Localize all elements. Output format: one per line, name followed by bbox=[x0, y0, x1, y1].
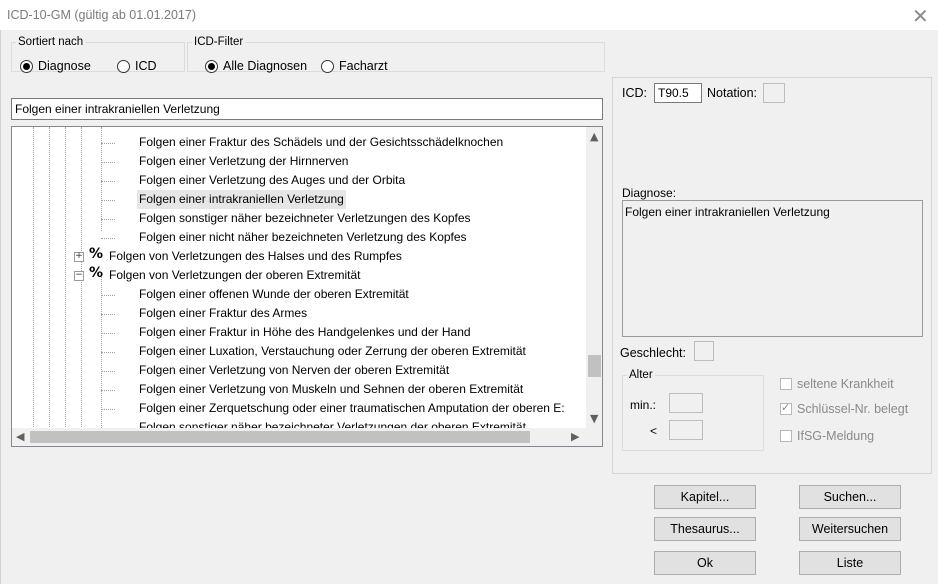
notation-field bbox=[763, 83, 785, 103]
tree-item-group[interactable]: Folgen von Verletzungen des Halses und d… bbox=[109, 247, 402, 266]
schluessel-nr-checkbox: Schlüssel-Nr. belegt bbox=[780, 401, 909, 416]
filter-alle-radio[interactable]: Alle Diagnosen bbox=[205, 59, 307, 73]
geschlecht-field bbox=[694, 341, 714, 361]
tree-connector bbox=[101, 295, 115, 297]
tree-connector bbox=[101, 333, 115, 335]
tree-item[interactable]: Folgen sonstiger näher bezeichneter Verl… bbox=[139, 209, 471, 228]
collapse-minus-icon[interactable]: − bbox=[74, 271, 84, 281]
sort-icd-radio[interactable]: ICD bbox=[117, 59, 157, 73]
icd-code-field: T90.5 bbox=[654, 83, 702, 103]
radio-selected-icon bbox=[20, 59, 33, 73]
seltene-krankheit-checkbox: seltene Krankheit bbox=[780, 377, 894, 391]
scroll-up-icon[interactable]: ▲ bbox=[590, 130, 598, 143]
filter-facharzt-radio[interactable]: Facharzt bbox=[321, 59, 388, 73]
sort-legend: Sortiert nach bbox=[18, 36, 84, 48]
alter-max-label: < bbox=[650, 424, 658, 438]
scroll-left-icon[interactable]: ◀ bbox=[16, 430, 24, 443]
tree-connector bbox=[101, 162, 115, 164]
horizontal-scrollbar[interactable]: ◀ ▶ bbox=[12, 428, 586, 446]
tree-connector bbox=[101, 200, 115, 202]
close-icon[interactable]: ✕ bbox=[912, 4, 929, 29]
radio-selected-icon bbox=[205, 59, 218, 73]
vertical-scroll-thumb[interactable] bbox=[588, 355, 601, 377]
thesaurus-button[interactable]: Thesaurus... bbox=[654, 517, 756, 541]
scrollbar-corner bbox=[586, 428, 602, 446]
tree-connector bbox=[101, 409, 115, 411]
weitersuchen-button[interactable]: Weitersuchen bbox=[799, 517, 901, 541]
filter-facharzt-label: Facharzt bbox=[339, 59, 388, 73]
suchen-button[interactable]: Suchen... bbox=[799, 485, 901, 509]
sort-diagnose-radio[interactable]: Diagnose bbox=[20, 59, 91, 73]
tree-item-group[interactable]: Folgen von Verletzungen der oberen Extre… bbox=[109, 266, 360, 285]
tree-item[interactable]: Folgen einer Verletzung der Hirnnerven bbox=[139, 152, 348, 171]
checkbox-checked-icon bbox=[780, 401, 792, 415]
tree-item-selected[interactable]: Folgen einer intrakraniellen Verletzung bbox=[137, 190, 346, 209]
diagnose-field: Folgen einer intrakraniellen Verletzung bbox=[622, 200, 923, 337]
kapitel-button[interactable]: Kapitel... bbox=[654, 485, 756, 509]
sort-diagnose-label: Diagnose bbox=[38, 59, 91, 73]
vertical-scrollbar[interactable]: ▲ ▼ bbox=[586, 127, 602, 428]
radio-empty-icon bbox=[117, 59, 130, 73]
schluessel-nr-label: Schlüssel-Nr. belegt bbox=[797, 402, 909, 416]
tree-item[interactable]: Folgen einer Fraktur des Armes bbox=[139, 304, 307, 323]
tree-guide bbox=[49, 127, 51, 427]
tree-item[interactable]: Folgen einer nicht näher bezeichneten Ve… bbox=[139, 228, 467, 247]
tree-connector bbox=[101, 143, 115, 145]
tree-connector bbox=[101, 352, 115, 354]
tree-connector bbox=[101, 371, 115, 373]
icd-tree[interactable]: Folgen einer Fraktur des Schädels und de… bbox=[11, 126, 603, 447]
checkbox-empty-icon bbox=[780, 378, 792, 390]
tree-connector bbox=[101, 181, 115, 183]
radio-empty-icon bbox=[321, 59, 334, 73]
tree-item[interactable]: Folgen einer Fraktur des Schädels und de… bbox=[139, 133, 503, 152]
tree-item[interactable]: Folgen einer Verletzung des Auges und de… bbox=[139, 171, 405, 190]
tree-connector bbox=[101, 314, 115, 316]
scroll-right-icon[interactable]: ▶ bbox=[571, 430, 579, 443]
notation-label: Notation: bbox=[707, 86, 758, 100]
search-input[interactable] bbox=[11, 98, 603, 120]
tree-connector bbox=[101, 219, 115, 221]
tree-item[interactable]: Folgen einer Verletzung von Nerven der o… bbox=[139, 361, 449, 380]
ifsg-meldung-label: IfSG-Meldung bbox=[797, 429, 875, 443]
diagnose-label: Diagnose: bbox=[622, 186, 677, 200]
tree-guide bbox=[33, 127, 35, 427]
percent-icon: % bbox=[89, 246, 104, 262]
alter-max-field bbox=[669, 420, 703, 440]
tree-item[interactable]: Folgen einer Verletzung von Muskeln und … bbox=[139, 380, 523, 399]
checkbox-empty-icon bbox=[780, 430, 792, 442]
tree-connector bbox=[101, 238, 115, 240]
tree-item[interactable]: Folgen einer Zerquetschung oder einer tr… bbox=[139, 399, 565, 418]
window-title: ICD-10-GM (gültig ab 01.01.2017) bbox=[7, 8, 196, 22]
horizontal-scroll-thumb[interactable] bbox=[30, 431, 530, 443]
tree-connector bbox=[101, 390, 115, 392]
tree-guide bbox=[65, 127, 67, 427]
percent-icon: % bbox=[89, 265, 104, 281]
sort-icd-label: ICD bbox=[135, 59, 157, 73]
tree-item[interactable]: Folgen einer offenen Wunde der oberen Ex… bbox=[139, 285, 409, 304]
ok-button[interactable]: Ok bbox=[654, 551, 756, 575]
alter-legend: Alter bbox=[629, 369, 653, 381]
seltene-krankheit-label: seltene Krankheit bbox=[797, 377, 894, 391]
filter-alle-label: Alle Diagnosen bbox=[223, 59, 308, 73]
scroll-down-icon[interactable]: ▼ bbox=[590, 412, 598, 425]
expand-plus-icon[interactable]: + bbox=[74, 252, 84, 262]
liste-button[interactable]: Liste bbox=[799, 551, 901, 575]
ifsg-meldung-checkbox: IfSG-Meldung bbox=[780, 429, 874, 443]
tree-item[interactable]: Folgen einer Fraktur in Höhe des Handgel… bbox=[139, 323, 471, 342]
icd-label: ICD: bbox=[622, 86, 647, 100]
alter-min-field bbox=[669, 393, 703, 413]
geschlecht-label: Geschlecht: bbox=[620, 346, 687, 360]
filter-legend: ICD-Filter bbox=[194, 36, 244, 48]
window-border bbox=[0, 30, 1, 584]
tree-item[interactable]: Folgen einer Luxation, Verstauchung oder… bbox=[139, 342, 526, 361]
alter-min-label: min.: bbox=[630, 398, 657, 412]
